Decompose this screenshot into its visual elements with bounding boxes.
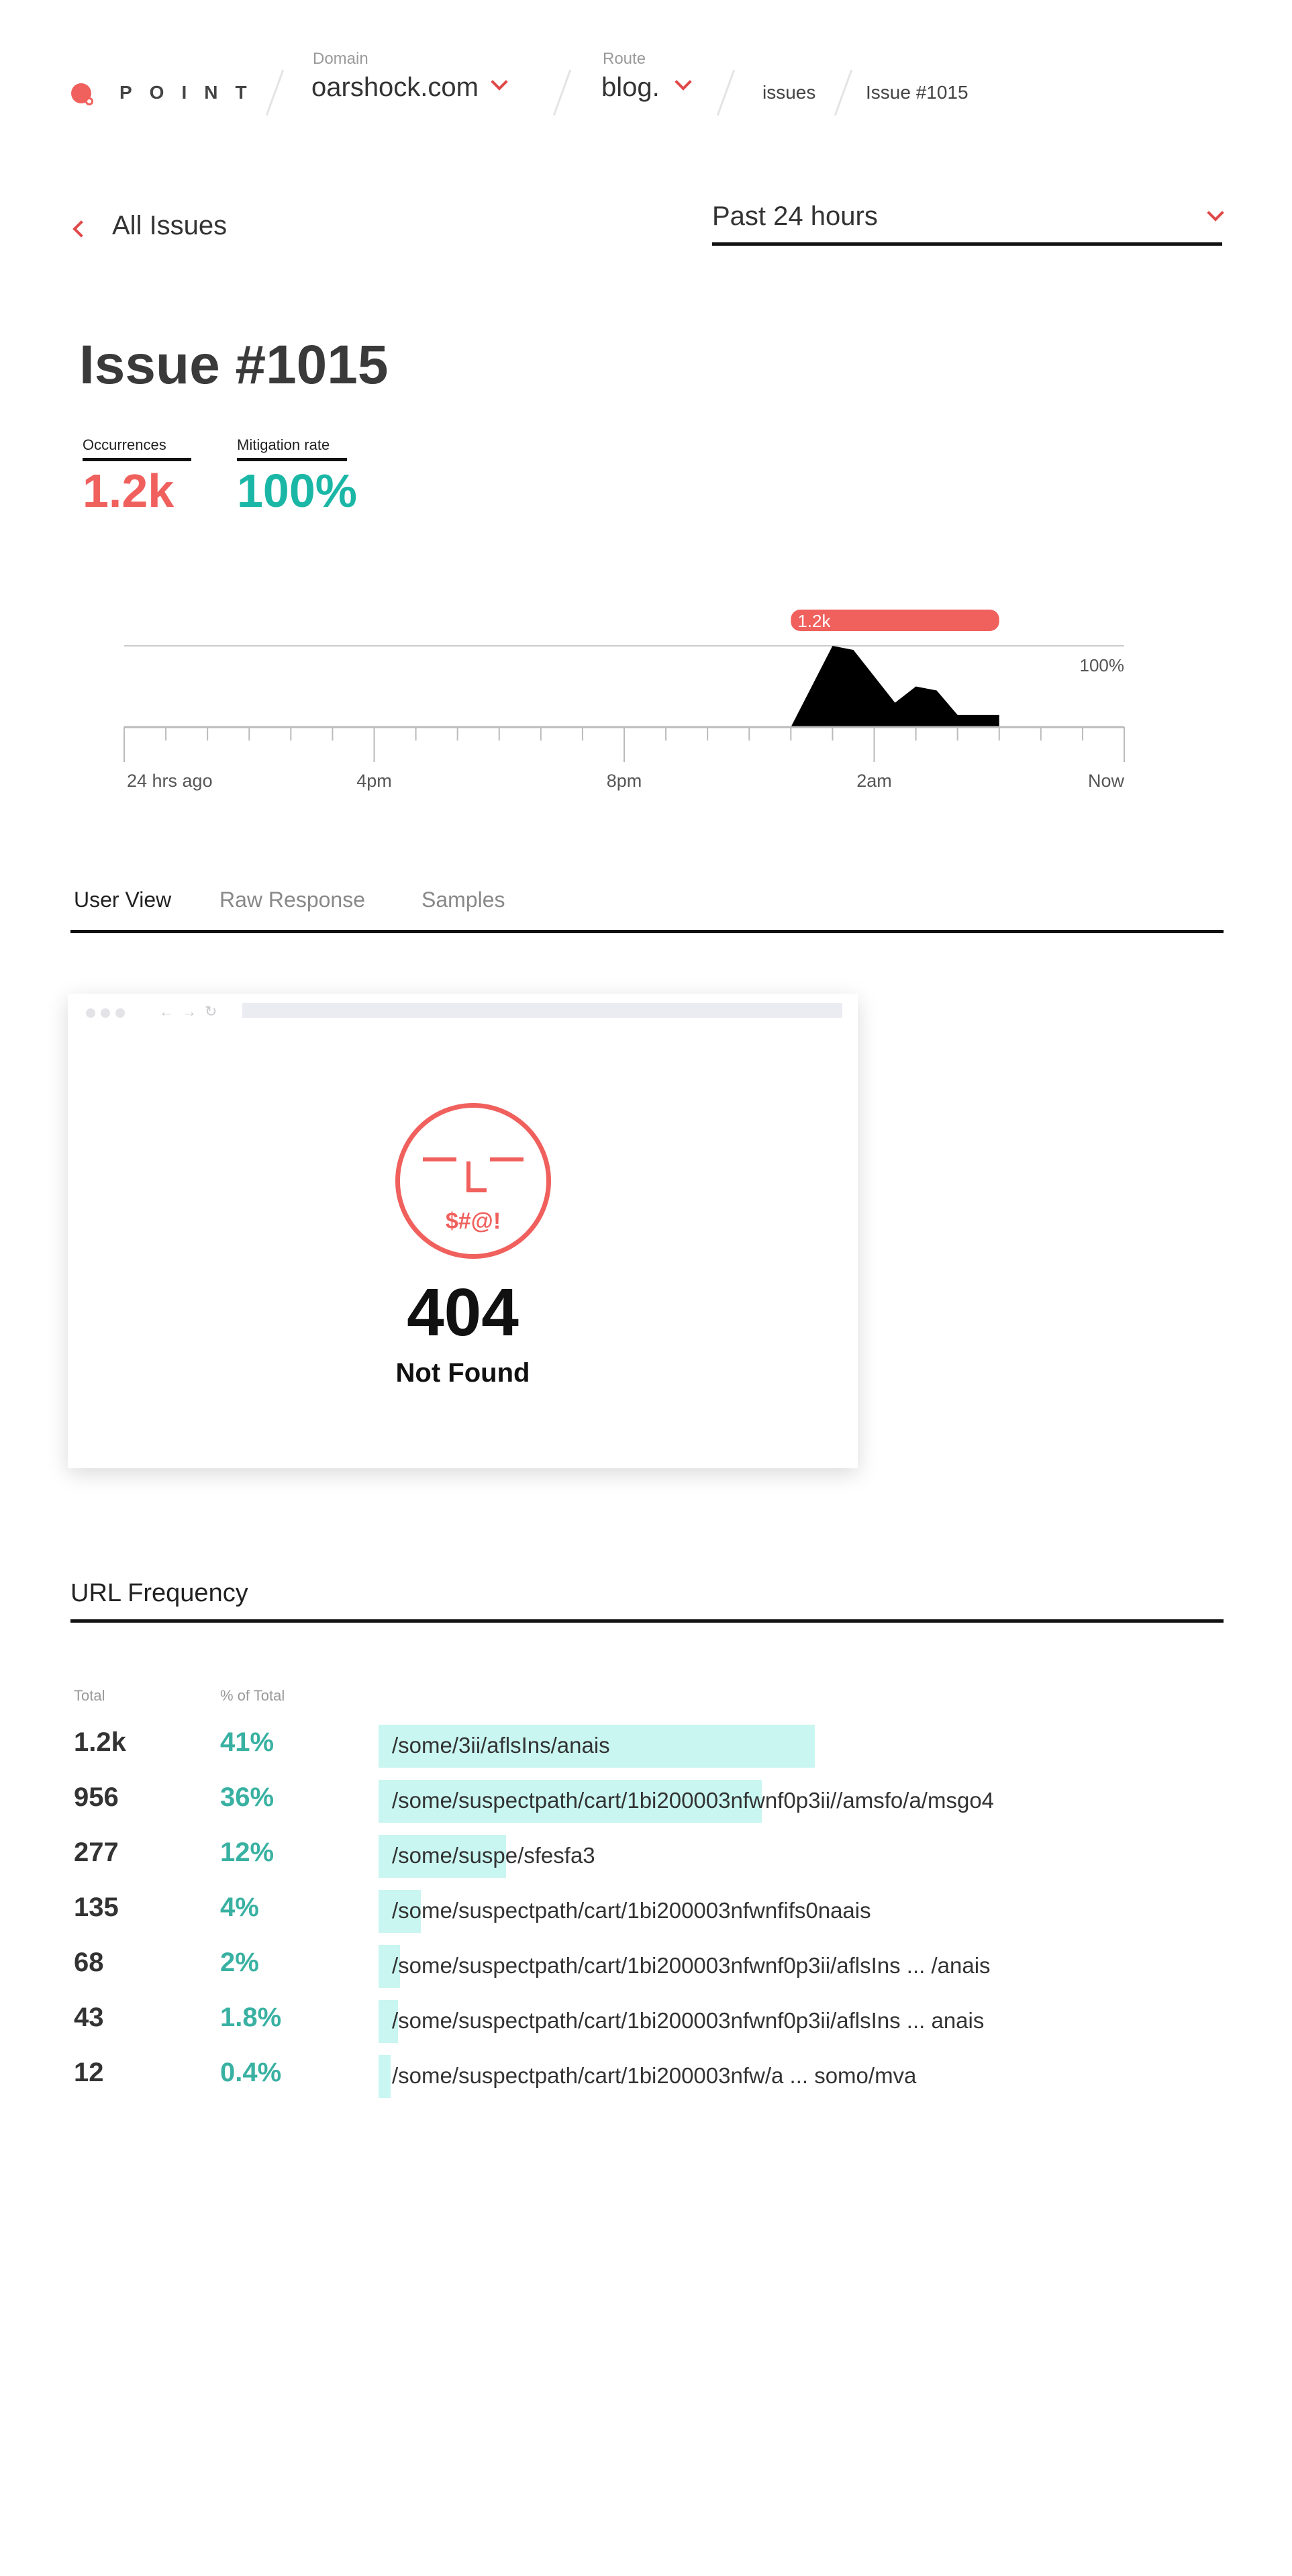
row-percent: 36% xyxy=(220,1782,275,1812)
domain-value: oarshock.com xyxy=(311,73,479,102)
tabs-underline xyxy=(70,930,1224,933)
x-tick-label: 2am xyxy=(856,771,892,791)
window-dot-icon xyxy=(115,1008,125,1018)
x-tick-label: Now xyxy=(1088,771,1125,791)
error-message: Not Found xyxy=(395,1358,530,1388)
occurrences-label: Occurrences xyxy=(83,436,191,461)
tab-samples[interactable]: Samples xyxy=(421,888,505,912)
address-bar xyxy=(242,1003,842,1018)
row-percent: 41% xyxy=(220,1727,275,1757)
row-total: 135 xyxy=(74,1893,119,1922)
occurrences-value: 1.2k xyxy=(83,465,175,517)
peak-label: 1.2k xyxy=(797,611,831,631)
occurrences-metric: Occurrences 1.2k xyxy=(83,436,191,518)
row-total: 956 xyxy=(74,1782,119,1812)
chevron-down-icon xyxy=(491,73,509,91)
forward-arrow-icon: → xyxy=(182,1003,197,1020)
chevron-down-icon xyxy=(675,73,692,91)
row-url[interactable]: /some/suspectpath/cart/1bi200003nfwnfifs… xyxy=(392,1898,871,1923)
back-arrow-icon: ← xyxy=(159,1003,174,1020)
window-dot-icon xyxy=(101,1008,110,1018)
row-total: 1.2k xyxy=(74,1727,126,1757)
row-url[interactable]: /some/suspectpath/cart/1bi200003nfwnf0p3… xyxy=(392,1953,991,1978)
face-text: $#@! xyxy=(445,1208,501,1234)
domain-label: Domain xyxy=(313,50,368,68)
time-range-value: Past 24 hours xyxy=(712,201,878,231)
tab-user-view[interactable]: User View xyxy=(74,888,171,912)
mitigation-label: Mitigation rate xyxy=(237,436,347,461)
row-percent: 4% xyxy=(220,1893,259,1922)
row-url[interactable]: /some/suspectpath/cart/1bi200003nfwnf0p3… xyxy=(392,2008,984,2034)
max-label: 100% xyxy=(1080,655,1125,675)
x-tick-label: 8pm xyxy=(607,771,642,791)
occurrences-area xyxy=(791,646,999,727)
tab-raw-response[interactable]: Raw Response xyxy=(219,888,365,912)
row-total: 68 xyxy=(74,1948,104,1977)
angry-face-icon: $#@! xyxy=(395,1103,551,1259)
reload-icon: ↻ xyxy=(205,1003,217,1020)
breadcrumb-issues-link[interactable]: issues xyxy=(762,82,815,103)
domain-selector[interactable]: oarshock.com xyxy=(311,73,509,103)
row-url[interactable]: /some/3ii/aflsIns/anais xyxy=(392,1733,610,1758)
x-tick-label: 24 hrs ago xyxy=(127,771,213,791)
column-header-percent: % of Total xyxy=(220,1687,285,1704)
url-frequency-title: URL Frequency xyxy=(70,1579,248,1607)
row-percent: 1.8% xyxy=(220,2003,282,2032)
column-header-total: Total xyxy=(74,1687,105,1704)
mitigation-metric: Mitigation rate 100% xyxy=(237,436,358,518)
row-percent: 2% xyxy=(220,1948,259,1977)
chevron-left-icon[interactable] xyxy=(72,220,90,238)
row-url[interactable]: /some/suspectpath/cart/1bi200003nfwnf0p3… xyxy=(392,1788,994,1813)
face-nose xyxy=(466,1188,487,1192)
all-issues-link[interactable]: All Issues xyxy=(112,211,227,241)
x-tick-labels: 24 hrs ago 4pm 8pm 2am Now xyxy=(127,771,1124,791)
route-selector[interactable]: blog. xyxy=(601,73,692,103)
section-underline xyxy=(70,1619,1224,1623)
logo-icon xyxy=(71,83,93,105)
row-percent: 12% xyxy=(220,1838,275,1867)
breadcrumb-separator xyxy=(552,69,572,116)
breadcrumb-current-issue: Issue #1015 xyxy=(866,82,968,103)
face-brow xyxy=(423,1157,456,1161)
user-view-preview: ← → ↻ $#@! 404 Not Found xyxy=(68,994,858,1468)
mitigation-value: 100% xyxy=(237,465,358,517)
breadcrumb-separator xyxy=(265,69,285,116)
breadcrumb-separator xyxy=(834,69,853,116)
frequency-bar xyxy=(379,2055,391,2098)
breadcrumb-separator xyxy=(716,69,736,116)
row-url[interactable]: /some/suspectpath/cart/1bi200003nfw/a ..… xyxy=(392,2063,916,2089)
row-total: 277 xyxy=(74,1838,119,1867)
route-label: Route xyxy=(603,50,646,68)
x-tick-label: 4pm xyxy=(356,771,392,791)
row-total: 12 xyxy=(74,2058,104,2087)
face-brow xyxy=(490,1157,524,1161)
page-title: Issue #1015 xyxy=(79,334,389,395)
occurrences-chart: 1.2k 100% 24 hrs ago 4pm 8pm 2am Now xyxy=(123,610,1125,791)
row-url[interactable]: /some/suspe/sfesfa3 xyxy=(392,1843,595,1868)
route-value: blog. xyxy=(601,73,660,102)
x-ticks xyxy=(123,727,1125,762)
error-code: 404 xyxy=(407,1275,519,1350)
logo-text: POINT xyxy=(119,82,264,103)
window-dot-icon xyxy=(86,1008,95,1018)
row-total: 43 xyxy=(74,2003,104,2032)
row-percent: 0.4% xyxy=(220,2058,282,2087)
